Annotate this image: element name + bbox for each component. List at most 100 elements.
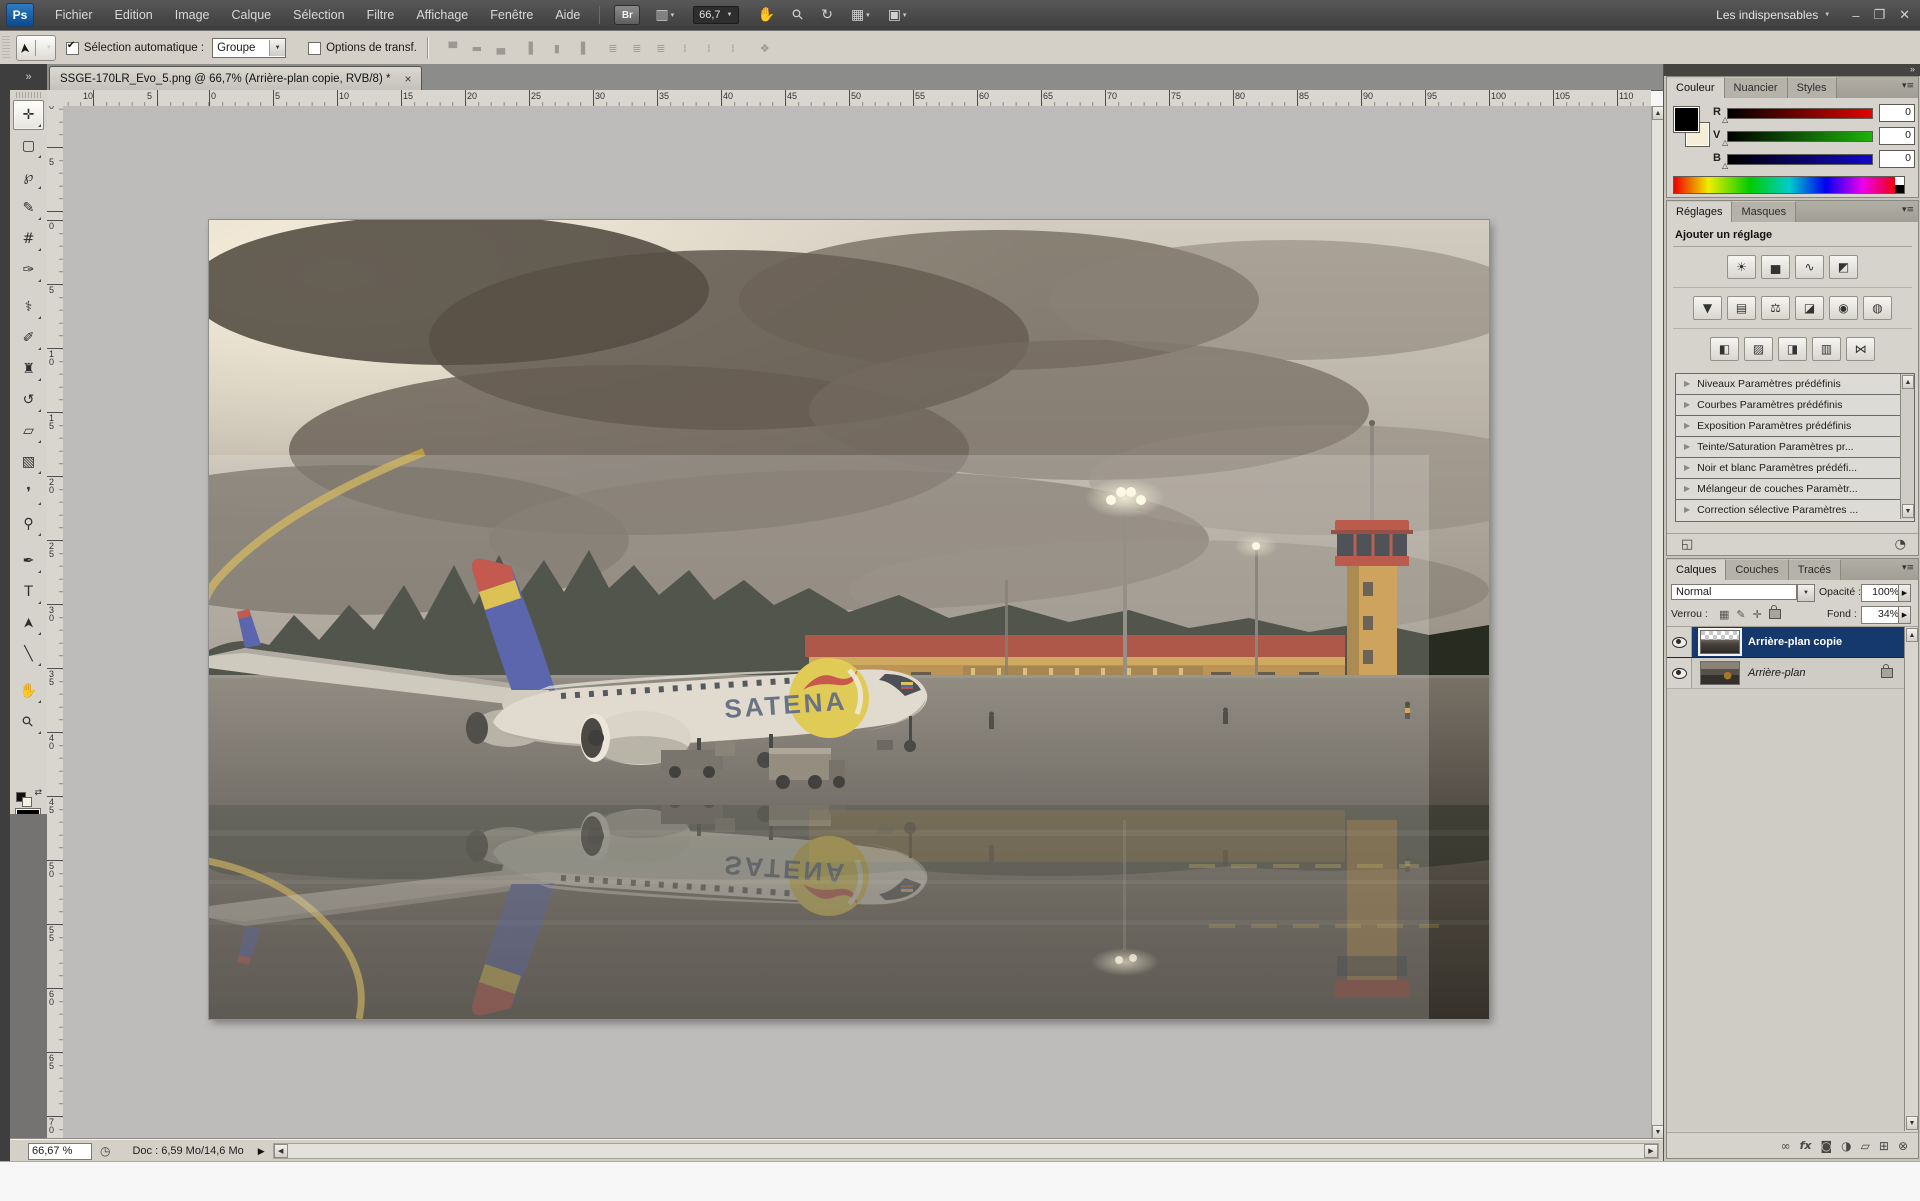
expanded-view-icon[interactable]: ◱ <box>1681 537 1693 552</box>
lock-position-icon[interactable]: ✛ <box>1753 608 1762 621</box>
channel-value-field[interactable]: 0 <box>1879 127 1915 145</box>
line-tool[interactable]: ╲ <box>13 639 44 669</box>
crop-tool[interactable]: # <box>13 224 44 254</box>
link-layers-icon[interactable]: ∞ <box>1781 1139 1791 1153</box>
layer-row[interactable]: Arrière-plan copie <box>1667 627 1907 658</box>
menu-item[interactable]: Affichage <box>405 8 479 22</box>
blend-mode-select[interactable]: Normal <box>1671 584 1797 600</box>
add-layer-mask-icon[interactable]: ◙ <box>1821 1139 1833 1153</box>
menu-item[interactable]: Fichier <box>44 8 104 22</box>
scroll-down-icon[interactable]: ▼ <box>1906 1116 1918 1130</box>
layer-name[interactable]: Arrière-plan copie <box>1748 636 1842 648</box>
white-swatch[interactable] <box>1895 177 1904 185</box>
eyedropper-tool[interactable]: ✑ <box>13 255 44 285</box>
auto-select-target-dropdown[interactable]: Groupe <box>212 38 286 58</box>
spot-healing-brush-tool[interactable]: ⚕ <box>13 292 44 322</box>
zoom-level-select[interactable]: 66,7 <box>693 6 738 24</box>
delete-layer-icon[interactable]: ⊗ <box>1898 1139 1908 1153</box>
slider-marker-icon[interactable]: △ <box>1722 115 1728 124</box>
posterize-adjustment-icon[interactable]: ▨ <box>1744 337 1773 361</box>
layer-style-icon[interactable]: fx <box>1800 1139 1812 1152</box>
hue-saturation-adjustment-icon[interactable]: ▤ <box>1727 296 1756 320</box>
preset-row[interactable]: ▶Courbes Paramètres prédéfinis <box>1676 395 1914 416</box>
layer-name[interactable]: Arrière-plan <box>1748 667 1805 679</box>
lock-transparent-pixels-icon[interactable]: ▦ <box>1719 608 1729 621</box>
screen-mode-button[interactable]: ▣▾ <box>879 7 916 23</box>
lasso-tool[interactable]: ℘ <box>13 162 44 192</box>
swap-colors-icon[interactable]: ⇄ <box>16 790 42 804</box>
panel-menu-icon[interactable]: ▾≡ <box>1902 205 1914 215</box>
layers-tab-1[interactable]: Couches <box>1726 559 1788 580</box>
brightness-contrast-adjustment-icon[interactable]: ☀ <box>1727 255 1756 279</box>
menu-item[interactable]: Filtre <box>356 8 406 22</box>
preset-row[interactable]: ▶Noir et blanc Paramètres prédéfi... <box>1676 458 1914 479</box>
slider-marker-icon[interactable]: △ <box>1722 161 1728 170</box>
levels-adjustment-icon[interactable]: ▅ <box>1761 255 1790 279</box>
status-flyout-icon[interactable]: ▶ <box>258 1146 265 1157</box>
channel-value-field[interactable]: 0 <box>1879 150 1915 168</box>
workspace-switcher[interactable]: Les indispensables <box>1716 8 1830 22</box>
foreground-color-swatch[interactable] <box>1673 106 1700 133</box>
close-tab-icon[interactable]: × <box>404 72 411 86</box>
zoom-tool[interactable]: ⚲ <box>13 707 44 737</box>
restore-button[interactable]: ❐ <box>1873 7 1885 23</box>
preset-row[interactable]: ▶Exposition Paramètres prédéfinis <box>1676 416 1914 437</box>
scroll-down-icon[interactable]: ▼ <box>1902 504 1914 518</box>
layers-tab-0[interactable]: Calques <box>1667 559 1726 580</box>
expander-icon[interactable]: ▶ <box>1684 416 1690 436</box>
layer-thumbnail[interactable] <box>1700 630 1740 654</box>
pen-tool[interactable]: ✒ <box>13 546 44 576</box>
path-selection-tool[interactable]: ➤ <box>13 608 44 638</box>
blur-tool[interactable]: ❜ <box>13 478 44 508</box>
new-group-icon[interactable]: ▱ <box>1861 1139 1870 1153</box>
visibility-cell[interactable] <box>1667 627 1692 657</box>
hand-tool[interactable]: ✋ <box>13 676 44 706</box>
close-button[interactable]: ✕ <box>1899 7 1910 23</box>
menu-item[interactable]: Calque <box>221 8 283 22</box>
menu-item[interactable]: Edition <box>104 8 164 22</box>
layer-thumbnail[interactable] <box>1700 661 1740 685</box>
vibrance-adjustment-icon[interactable]: ▼ <box>1693 296 1722 320</box>
presets-scrollbar[interactable]: ▲ ▼ <box>1900 374 1914 519</box>
scroll-left-icon[interactable]: ◀ <box>274 1144 288 1158</box>
visibility-cell[interactable] <box>1667 658 1692 688</box>
expander-icon[interactable]: ▶ <box>1684 500 1690 520</box>
horizontal-ruler[interactable]: 1050510152025303540455055606570758085909… <box>63 90 1651 107</box>
hand-tool-button[interactable]: ✋ <box>749 7 784 23</box>
rectangular-marquee-tool[interactable]: ▢ <box>13 131 44 161</box>
tool-preset-picker[interactable]: ➤ <box>16 35 56 61</box>
launch-bridge-button[interactable]: Br <box>614 5 640 25</box>
scroll-right-icon[interactable]: ▶ <box>1644 1144 1658 1158</box>
menu-item[interactable]: Sélection <box>282 8 355 22</box>
preset-row[interactable]: ▶Mélangeur de couches Paramètr... <box>1676 479 1914 500</box>
scroll-up-icon[interactable]: ▲ <box>1906 628 1918 642</box>
exposure-adjustment-icon[interactable]: ◩ <box>1829 255 1858 279</box>
fill-slider-arrow[interactable]: ▶ <box>1898 606 1911 624</box>
horizontal-scrollbar[interactable]: ◀ ▶ <box>273 1143 1659 1159</box>
opacity-slider-arrow[interactable]: ▶ <box>1898 584 1911 602</box>
gradient-map-adjustment-icon[interactable]: ▥ <box>1812 337 1841 361</box>
minimize-button[interactable]: – <box>1852 8 1859 23</box>
channel-value-field[interactable]: 0 <box>1879 104 1915 122</box>
panel-menu-icon[interactable]: ▾≡ <box>1902 81 1914 91</box>
invert-adjustment-icon[interactable]: ◧ <box>1710 337 1739 361</box>
fill-field[interactable]: 34% <box>1861 606 1903 624</box>
layer-row[interactable]: Arrière-plan <box>1667 658 1907 689</box>
clone-stamp-tool[interactable]: ♜ <box>13 354 44 384</box>
move-tool[interactable]: ✛ <box>13 100 44 130</box>
black-and-white-adjustment-icon[interactable]: ◪ <box>1795 296 1824 320</box>
color-tab-1[interactable]: Nuancier <box>1725 77 1788 98</box>
slider-marker-icon[interactable]: △ <box>1722 138 1728 147</box>
expander-icon[interactable]: ▶ <box>1684 458 1690 478</box>
dock-collapse-button[interactable]: » <box>1664 64 1920 76</box>
preset-row[interactable]: ▶Niveaux Paramètres prédéfinis <box>1676 374 1914 395</box>
gradient-tool[interactable]: ▧ <box>13 447 44 477</box>
eraser-tool[interactable]: ▱ <box>13 416 44 446</box>
eye-icon[interactable] <box>1672 637 1687 648</box>
scroll-up-icon[interactable]: ▲ <box>1902 375 1914 389</box>
photo-filter-adjustment-icon[interactable]: ◉ <box>1829 296 1858 320</box>
black-swatch[interactable] <box>1895 185 1904 193</box>
menu-item[interactable]: Aide <box>544 8 591 22</box>
color-tab-2[interactable]: Styles <box>1788 77 1837 98</box>
selective-color-adjustment-icon[interactable]: ⋈ <box>1846 337 1875 361</box>
